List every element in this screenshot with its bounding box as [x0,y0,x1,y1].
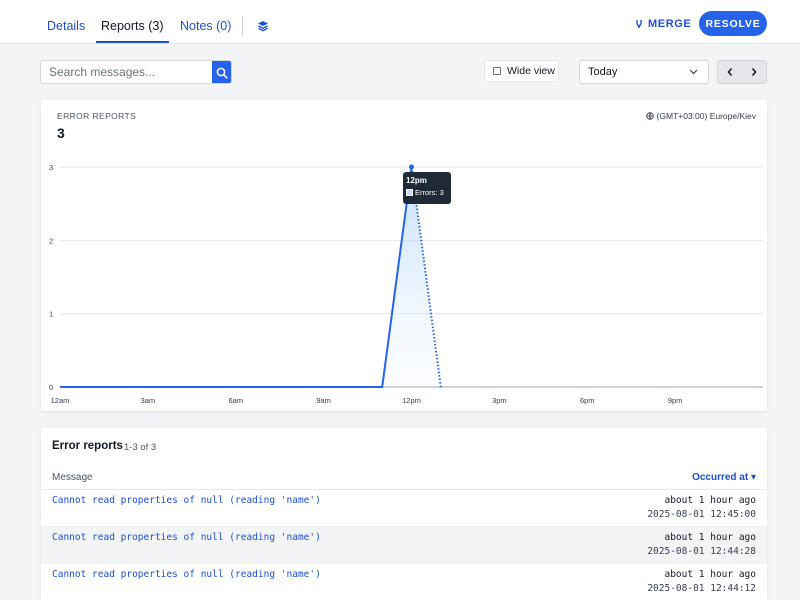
period-select-value: Today [588,66,618,78]
y-tick-label: 1 [49,310,53,319]
x-tick-label: 3am [141,396,156,405]
wide-view-label: Wide view [507,65,555,77]
search-box [40,60,232,84]
error-reports-chart-card: ERROR REPORTS 3 (GMT+03:00) Europe/Kiev … [41,100,767,411]
chevron-right-icon [751,68,757,76]
column-header-occurred-at[interactable]: Occurred at ▾ [692,472,756,483]
merge-label: MERGE [648,18,692,30]
resolve-button[interactable]: RESOLVE [699,11,767,36]
report-rows: Cannot read properties of null (reading … [41,490,767,600]
row-timestamp: 2025-08-01 12:45:00 [647,509,756,520]
row-message[interactable]: Cannot read properties of null (reading … [52,495,321,506]
x-tick-label: 9pm [668,396,683,405]
merge-icon [636,20,642,29]
top-bar: Details Reports (3) Notes (0) MERGE RESO… [0,0,800,44]
period-pager [717,60,767,84]
layers-icon[interactable] [256,19,270,33]
period-select[interactable]: Today [579,60,709,84]
previous-period-button[interactable] [718,61,742,83]
row-timestamp: 2025-08-01 12:44:12 [647,583,756,594]
search-input[interactable] [41,61,212,83]
tab-details[interactable]: Details [47,0,85,43]
y-tick-label: 3 [49,163,53,172]
search-icon [216,67,228,79]
table-row[interactable]: Cannot read properties of null (reading … [41,564,767,600]
row-message[interactable]: Cannot read properties of null (reading … [52,569,321,580]
chevron-down-icon [689,69,698,75]
next-period-button[interactable] [742,61,766,83]
table-row[interactable]: Cannot read properties of null (reading … [41,527,767,564]
data-point [409,164,414,170]
y-tick-label: 2 [49,236,53,245]
row-relative-time: about 1 hour ago [664,569,756,580]
x-tick-label: 9am [316,396,331,405]
wide-view-checkbox[interactable] [493,67,501,75]
table-row[interactable]: Cannot read properties of null (reading … [41,490,767,527]
x-tick-label: 6am [228,396,243,405]
row-relative-time: about 1 hour ago [664,495,756,506]
column-header-message: Message [52,472,93,483]
x-tick-label: 6pm [580,396,595,405]
search-button[interactable] [212,61,231,83]
error-line-chart: 0 1 2 3 12am 3am 6am 9am 12pm 3pm 6pm 9pm [49,163,763,405]
tab-divider [242,16,243,36]
x-tick-label: 12am [51,396,70,405]
merge-button[interactable]: MERGE [634,16,691,32]
tab-reports[interactable]: Reports (3) [96,0,169,43]
row-timestamp: 2025-08-01 12:44:28 [647,546,756,557]
x-tick-label: 12pm [402,396,421,405]
tooltip-text: Errors: 3 [415,188,444,197]
list-count: 1-3 of 3 [124,442,157,453]
chart-tooltip: 12pm Errors: 3 [403,172,451,204]
row-relative-time: about 1 hour ago [664,532,756,543]
wide-view-toggle[interactable]: Wide view [484,60,559,82]
list-title: Error reports [52,440,123,452]
y-tick-label: 0 [49,383,53,392]
tooltip-title: 12pm [406,176,427,185]
tooltip-swatch [406,189,413,196]
series-line [60,166,413,388]
tab-notes[interactable]: Notes (0) [180,0,231,43]
chevron-left-icon [727,68,733,76]
row-message[interactable]: Cannot read properties of null (reading … [52,532,321,543]
x-tick-label: 3pm [492,396,507,405]
error-reports-list: Error reports 1-3 of 3 Message Occurred … [41,428,767,600]
